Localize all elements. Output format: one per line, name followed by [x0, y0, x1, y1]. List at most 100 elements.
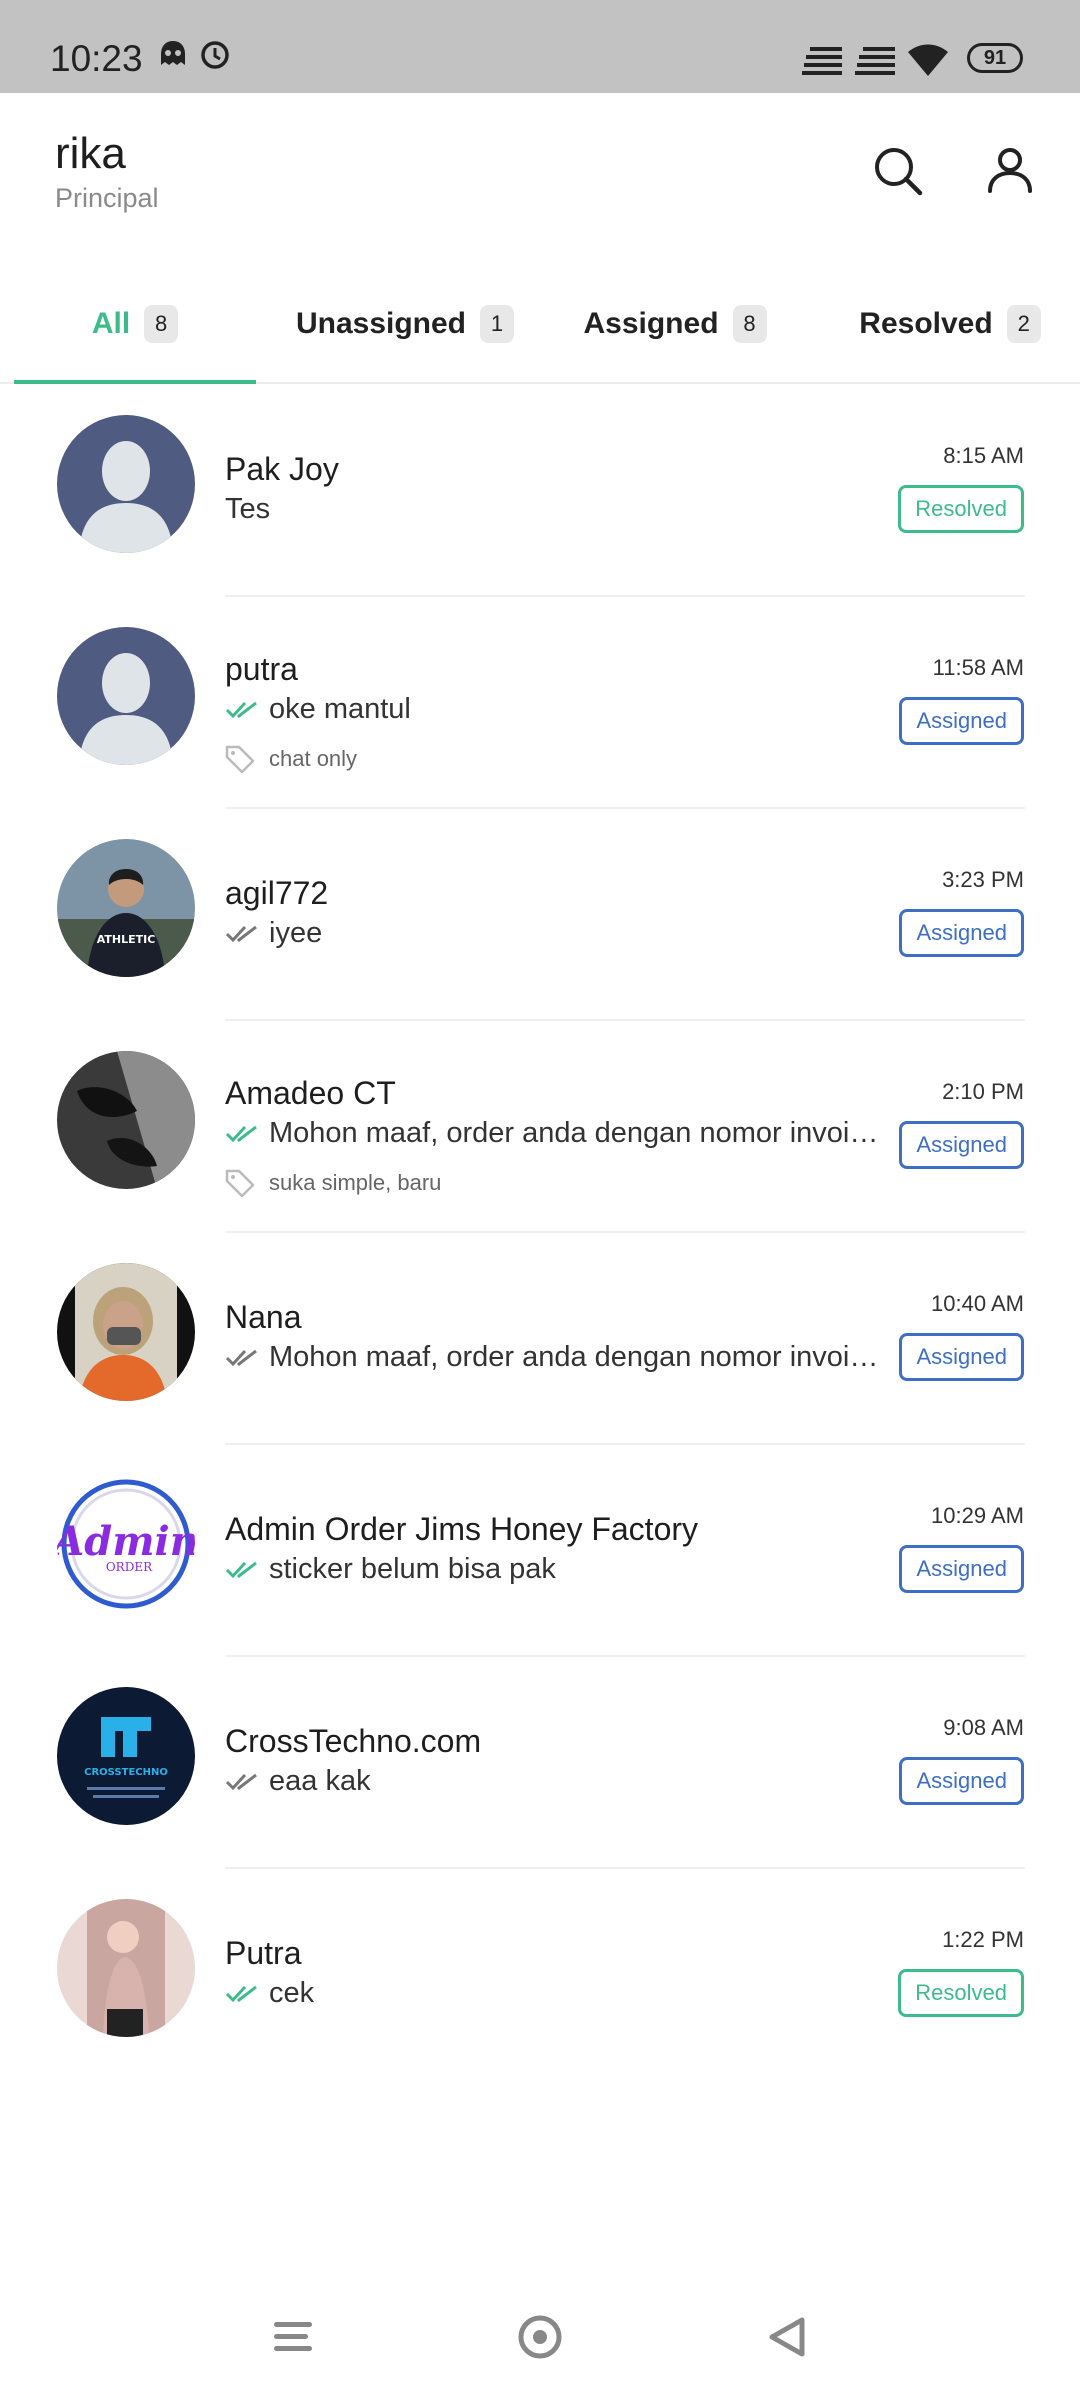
last-message: Mohon maaf, order anda dengan nomor invo… [225, 1117, 879, 1150]
active-tab-indicator [14, 380, 256, 384]
status-badge: Resolved [898, 1969, 1024, 2017]
home-icon[interactable] [515, 2312, 565, 2362]
contact-name: Nana [225, 1299, 302, 1335]
message-time: 11:58 AM [932, 655, 1024, 680]
tab-label: Resolved [859, 306, 993, 340]
alarm-icon [198, 38, 232, 77]
message-time: 8:15 AM [943, 443, 1024, 468]
read-check-icon [225, 1985, 257, 2002]
status-time: 10:23 [50, 38, 143, 79]
conversation-item[interactable]: CROSSTECHNO CrossTechno.com eaa kak 9:08… [0, 1657, 1080, 1869]
message-text: eaa kak [269, 1765, 371, 1797]
tab-count: 2 [1006, 304, 1041, 343]
status-badge: Assigned [899, 697, 1024, 745]
signal-icon [855, 47, 895, 80]
status-badge: Assigned [899, 1757, 1024, 1805]
message-text: Tes [225, 493, 271, 525]
svg-text:Admin: Admin [57, 1518, 195, 1565]
message-text: iyee [269, 917, 323, 949]
svg-text:ORDER: ORDER [106, 1560, 153, 1574]
photo-avatar: ATHLETIC [57, 839, 195, 977]
message-time: 2:10 PM [942, 1079, 1024, 1104]
delivered-check-icon [225, 1349, 257, 1366]
contact-name: Admin Order Jims Honey Factory [225, 1511, 699, 1547]
last-message: Mohon maaf, order anda dengan nomor invo… [225, 1341, 879, 1374]
last-message: iyee [225, 917, 322, 950]
tab-all[interactable]: All 8 [14, 263, 256, 384]
message-text: cek [269, 1977, 315, 2009]
message-time: 1:22 PM [942, 1927, 1024, 1952]
contact-name: CrossTechno.com [225, 1723, 482, 1759]
read-check-icon [225, 1561, 257, 1578]
svg-text:ATHLETIC: ATHLETIC [97, 933, 156, 946]
contact-name: agil772 [225, 875, 329, 911]
read-check-icon [225, 1125, 257, 1142]
conversation-item[interactable]: Putra cek 1:22 PM Resolved [0, 1869, 1080, 2081]
contact-name: Putra [225, 1935, 302, 1971]
conversation-item[interactable]: Nana Mohon maaf, order anda dengan nomor… [0, 1233, 1080, 1445]
signal-icon [802, 47, 842, 80]
message-time: 10:29 AM [931, 1503, 1024, 1528]
message-time: 9:08 AM [943, 1715, 1024, 1740]
contact-name: Amadeo CT [225, 1075, 396, 1111]
status-badge: Assigned [899, 909, 1024, 957]
tab-assigned[interactable]: Assigned 8 [555, 263, 795, 384]
delivered-check-icon [225, 925, 257, 942]
photo-avatar [57, 1051, 195, 1189]
photo-avatar [57, 1263, 195, 1401]
default-avatar-icon [57, 415, 195, 553]
conversation-tag: chat only [225, 745, 357, 773]
tab-resolved[interactable]: Resolved 2 [830, 263, 1070, 384]
conversation-item[interactable]: Amadeo CT Mohon maaf, order anda dengan … [0, 1021, 1080, 1233]
status-badge: Resolved [898, 485, 1024, 533]
message-text: Mohon maaf, order anda dengan nomor invo… [269, 1341, 879, 1373]
read-check-icon [225, 701, 257, 718]
message-text: sticker belum bisa pak [269, 1553, 556, 1585]
conversation-tag: suka simple, baru [225, 1169, 441, 1197]
tag-text: suka simple, baru [269, 1170, 442, 1195]
conversation-list: Pak Joy Tes 8:15 AM Resolved putra oke m… [0, 385, 1080, 2081]
message-text: oke mantul [269, 693, 411, 725]
status-badge: Assigned [899, 1545, 1024, 1593]
default-avatar-icon [57, 627, 195, 765]
back-icon[interactable] [762, 2312, 812, 2362]
tag-icon [225, 745, 255, 773]
ghost-icon [156, 38, 190, 77]
admin-logo-avatar: Admin ORDER [57, 1475, 195, 1613]
system-nav-bar [0, 2290, 1080, 2380]
user-name: rika [55, 129, 126, 178]
tag-icon [225, 1169, 255, 1197]
user-role: Principal [55, 183, 159, 213]
status-badge: Assigned [899, 1333, 1024, 1381]
status-badge: Assigned [899, 1121, 1024, 1169]
tab-label: All [91, 306, 131, 340]
last-message: oke mantul [225, 693, 411, 726]
menu-icon[interactable] [268, 2312, 318, 2362]
tag-text: chat only [269, 746, 358, 771]
conversation-item[interactable]: Pak Joy Tes 8:15 AM Resolved [0, 385, 1080, 597]
app-header: rika Principal [0, 93, 1080, 263]
conversation-item[interactable]: Admin ORDER Admin Order Jims Honey Factor… [0, 1445, 1080, 1657]
profile-icon[interactable] [982, 143, 1038, 199]
tab-count: 8 [144, 304, 179, 343]
conversation-item[interactable]: putra oke mantul chat only 11:58 AM Assi… [0, 597, 1080, 809]
last-message: sticker belum bisa pak [225, 1553, 556, 1586]
search-icon[interactable] [870, 143, 926, 199]
svg-text:CROSSTECHNO: CROSSTECHNO [84, 1767, 168, 1778]
battery-icon: 91 [967, 43, 1023, 73]
last-message: Tes [225, 493, 270, 526]
contact-name: putra [225, 651, 298, 687]
last-message: eaa kak [225, 1765, 371, 1798]
message-time: 10:40 AM [931, 1291, 1024, 1316]
tab-count: 1 [480, 304, 515, 343]
contact-name: Pak Joy [225, 451, 339, 487]
tab-label: Unassigned [295, 306, 467, 340]
photo-avatar [57, 1899, 195, 2037]
status-bar: 10:23 91 [0, 0, 1080, 93]
conversation-item[interactable]: ATHLETIC agil772 iyee 3:23 PM Assigned [0, 809, 1080, 1021]
tab-unassigned[interactable]: Unassigned 1 [270, 263, 540, 384]
message-time: 3:23 PM [942, 867, 1024, 892]
delivered-check-icon [225, 1773, 257, 1790]
message-text: Mohon maaf, order anda dengan nomor invo… [269, 1117, 879, 1149]
tab-count: 8 [732, 304, 767, 343]
